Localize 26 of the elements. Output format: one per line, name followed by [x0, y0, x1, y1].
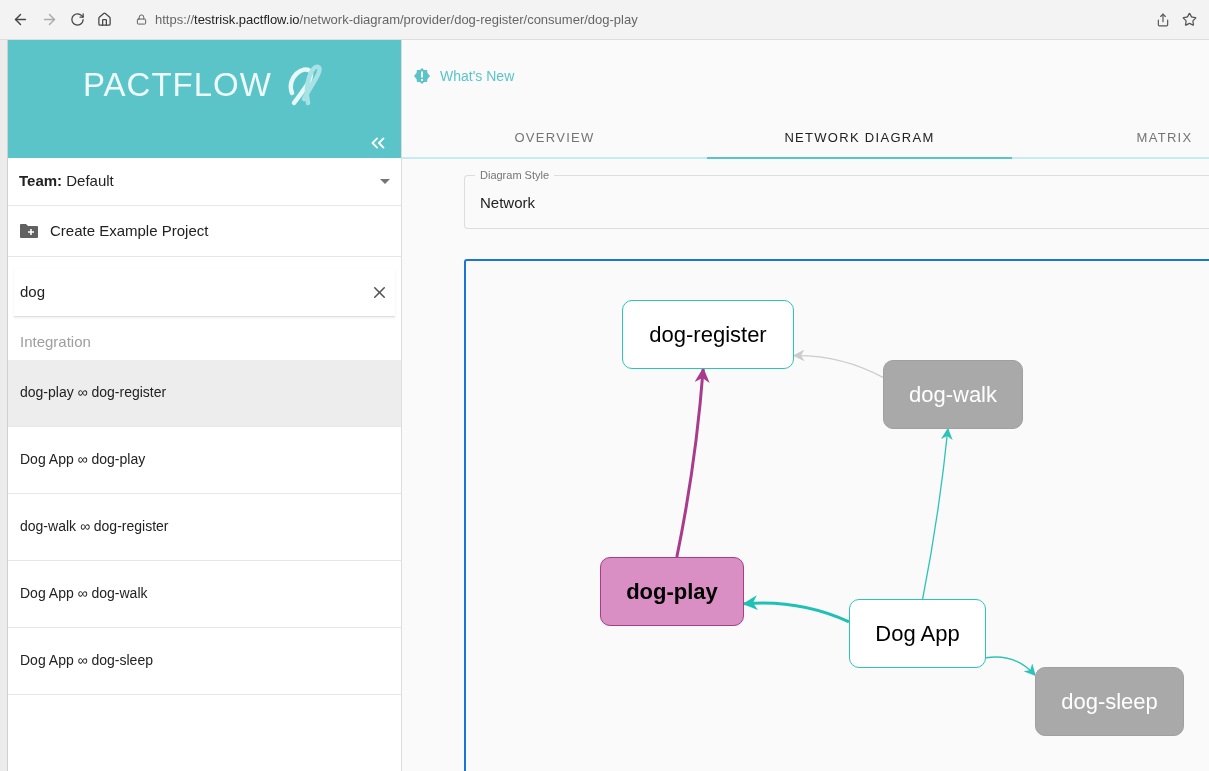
alert-badge-icon	[414, 68, 430, 84]
integration-list-item[interactable]: dog-play ∞ dog-register	[8, 359, 401, 427]
field-label: Diagram Style	[475, 168, 555, 182]
select-value: Network	[480, 192, 535, 213]
url-text: https://testrisk.pactflow.io/network-diagram/provider/dog-register/consumer/dog-play	[155, 10, 638, 29]
diagram-node[interactable]: dog-register	[622, 300, 794, 369]
section-header: Integration	[19, 332, 92, 352]
diagram-node[interactable]: dog-play	[600, 557, 744, 626]
logo-wordmark: PACTFLOW	[83, 65, 272, 105]
team-selector[interactable]: Team: Default	[8, 158, 401, 206]
create-example-project-button[interactable]: Create Example Project	[8, 206, 401, 257]
tab[interactable]: OVERVIEW	[402, 118, 707, 159]
back-icon[interactable]	[12, 11, 29, 28]
dropdown-caret-icon	[380, 179, 390, 184]
folder-plus-icon	[20, 224, 38, 238]
bookmark-star-icon[interactable]	[1182, 12, 1197, 27]
diagram-node[interactable]: Dog App	[849, 599, 986, 668]
home-icon[interactable]	[97, 12, 112, 27]
search-field[interactable]: dog	[14, 269, 395, 317]
share-icon[interactable]	[1156, 12, 1170, 27]
reload-icon[interactable]	[70, 12, 85, 27]
tab[interactable]: MATRIX	[1012, 118, 1209, 159]
tab[interactable]: NETWORK DIAGRAM	[707, 118, 1012, 159]
lock-icon	[136, 14, 147, 25]
team-label: Team: Default	[19, 171, 114, 192]
search-value: dog	[20, 282, 46, 303]
